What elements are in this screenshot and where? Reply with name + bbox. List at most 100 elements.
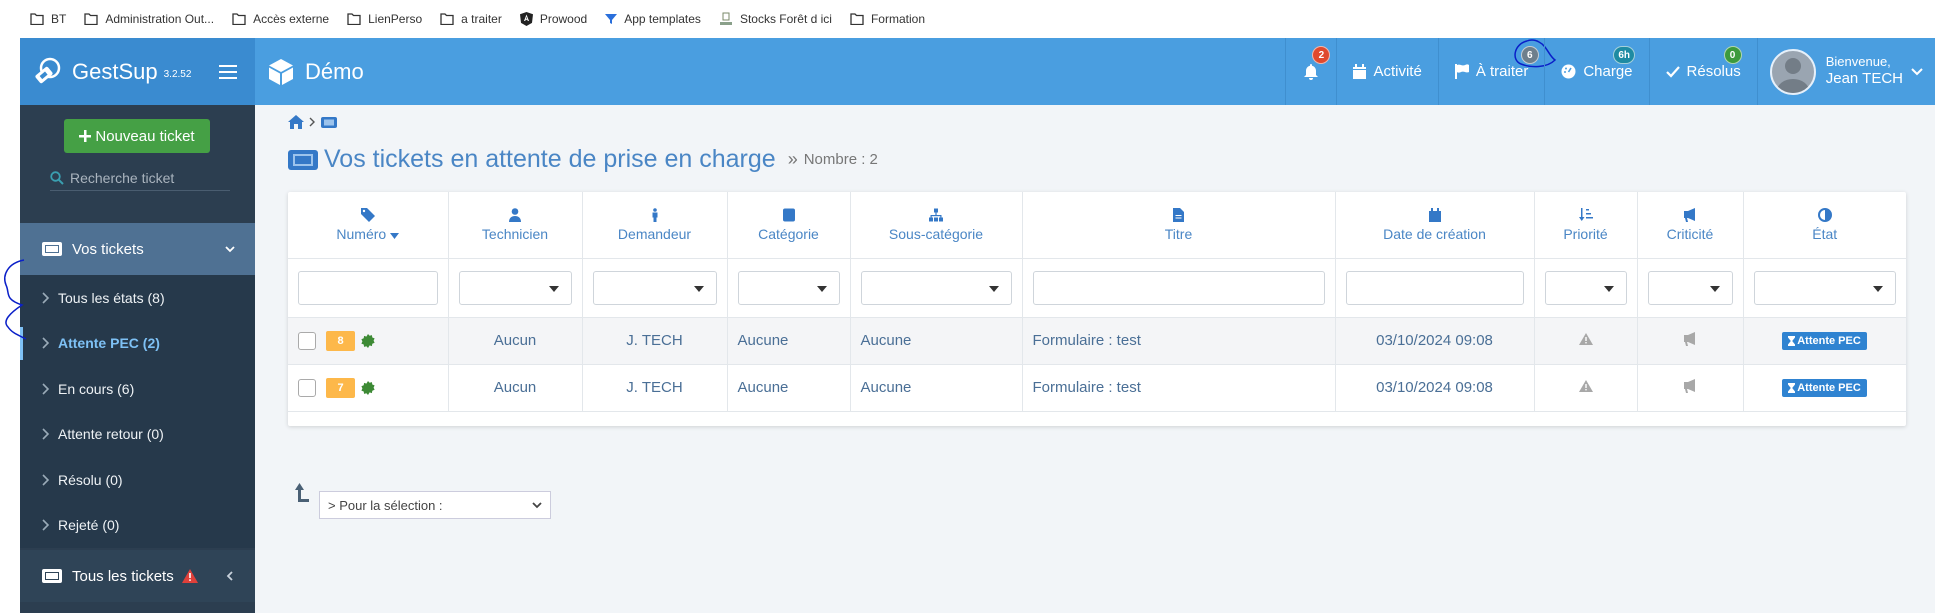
sidebar-item-en-cours[interactable]: En cours (6) (20, 366, 255, 412)
hamburger-menu-icon[interactable] (219, 64, 238, 79)
filter-categorie-select[interactable] (737, 270, 840, 305)
filter-sous-categorie-select[interactable] (860, 270, 1012, 305)
sidebar-item-attente-pec[interactable]: Attente PEC (2) (20, 321, 255, 367)
sidebar-item-tous-les-etats[interactable]: Tous les états (8) (20, 275, 255, 321)
filter-criticite-select[interactable] (1647, 270, 1733, 305)
filter-etat-select[interactable] (1753, 270, 1896, 305)
top-navbar: GestSup 3.2.52 Démo 2 Activité À traiter… (20, 38, 1935, 105)
bookmark-label: LienPerso (368, 11, 423, 26)
sidebar-item-rejete[interactable]: Rejeté (0) (20, 503, 255, 549)
bullhorn-icon (1684, 331, 1695, 346)
sidebar-section-tous-les-tickets[interactable]: Tous les tickets (20, 550, 255, 602)
nav-charge[interactable]: Charge 6h (1544, 38, 1648, 105)
bookmark-label: Accès externe (253, 11, 330, 26)
cell-requester: J. TECH (582, 317, 728, 365)
nav-a-traiter[interactable]: À traiter 6 (1437, 38, 1556, 105)
sort-desc-icon (390, 232, 400, 239)
selection-action-label: > Pour la sélection : (328, 497, 443, 513)
filter-technicien-select[interactable] (458, 270, 572, 305)
col-numero[interactable]: Numéro (288, 192, 449, 259)
selection-action-select[interactable]: > Pour la sélection : (319, 491, 551, 519)
ticket-search-input[interactable] (70, 169, 220, 186)
folder-icon (440, 12, 454, 25)
sidebar-item-attente-retour[interactable]: Attente retour (0) (20, 412, 255, 458)
cell-created: 03/10/2024 09:08 (1335, 317, 1535, 365)
user-menu[interactable]: Bienvenue, Jean TECH (1756, 38, 1935, 105)
bookmark-stocks[interactable]: Stocks Forêt d ici (719, 12, 832, 26)
filter-row (288, 258, 1907, 318)
bookmark-administration[interactable]: Administration Out... (84, 12, 214, 26)
column-label: Demandeur (617, 225, 692, 242)
ticket-search (50, 165, 230, 191)
sort-priority-icon (1578, 207, 1593, 221)
col-titre[interactable]: Titre (1022, 192, 1336, 259)
column-label: Titre (1164, 225, 1193, 242)
home-icon[interactable] (288, 115, 304, 129)
col-date-creation[interactable]: Date de création (1335, 192, 1535, 259)
brand-name[interactable]: GestSup (72, 59, 158, 85)
filter-priorite-select[interactable] (1544, 270, 1627, 305)
filter-demandeur-select[interactable] (592, 270, 717, 305)
bookmark-acces-externe[interactable]: Accès externe (232, 12, 329, 26)
bookmark-label: BT (51, 11, 67, 26)
table-header-row: Numéro Technicien Demandeur Catégorie So… (288, 192, 1906, 259)
col-categorie[interactable]: Catégorie (727, 192, 851, 259)
brand: GestSup 3.2.52 (20, 38, 255, 105)
navbar-right: 2 Activité À traiter 6 Charge 6h Résolus… (1285, 38, 1935, 105)
table-row[interactable]: 8 Aucun J. TECH Aucune Aucune Formulaire… (288, 317, 1907, 365)
bookmark-a-traiter[interactable]: a traiter (440, 12, 502, 26)
bookmark-app-templates[interactable]: App templates (605, 12, 701, 26)
folder-icon (850, 12, 864, 25)
col-technicien[interactable]: Technicien (448, 192, 583, 259)
status-text: Attente PEC (1797, 334, 1861, 347)
column-label: Technicien (481, 225, 549, 242)
sidebar-item-label: Rejeté (0) (58, 517, 120, 534)
filter-date-input[interactable] (1345, 270, 1524, 305)
ticket-icon[interactable] (321, 116, 337, 128)
table-footer-space (288, 412, 1906, 426)
row-checkbox[interactable] (298, 331, 316, 350)
funnel-icon (605, 13, 618, 24)
col-priorite[interactable]: Priorité (1534, 192, 1638, 259)
chevron-down-icon[interactable] (1911, 67, 1923, 76)
sidebar-item-label: Attente retour (0) (58, 426, 164, 443)
chevron-right-icon (309, 117, 315, 127)
tickets-table-card: Numéro Technicien Demandeur Catégorie So… (288, 192, 1907, 426)
col-criticite[interactable]: Criticité (1637, 192, 1744, 259)
nav-label: Charge (1583, 63, 1633, 80)
bookmark-label: Stocks Forêt d ici (739, 11, 832, 26)
nav-activite[interactable]: Activité (1336, 38, 1437, 105)
col-sous-categorie[interactable]: Sous-catégorie (850, 192, 1023, 259)
avatar (1769, 48, 1816, 95)
table-row[interactable]: 7 Aucun J. TECH Aucune Aucune Formulaire… (288, 364, 1907, 412)
cell-title[interactable]: Formulaire : test (1022, 317, 1336, 365)
sidebar-section-vos-tickets[interactable]: Vos tickets (20, 223, 255, 275)
col-demandeur[interactable]: Demandeur (582, 192, 728, 259)
col-etat[interactable]: État (1743, 192, 1906, 259)
user-greeting: Bienvenue, (1825, 54, 1891, 69)
a-traiter-badge: 6 (1520, 46, 1539, 64)
column-label: Criticité (1666, 225, 1714, 242)
bookmark-lienperso[interactable]: LienPerso (347, 12, 422, 26)
sidebar-item-resolu[interactable]: Résolu (0) (20, 457, 255, 503)
bookmark-formation[interactable]: Formation (850, 12, 925, 26)
row-checkbox[interactable] (298, 378, 316, 397)
ticket-number[interactable]: 7 (326, 377, 355, 398)
filter-titre-input[interactable] (1032, 270, 1325, 305)
filter-numero-input[interactable] (298, 270, 438, 305)
column-label: État (1812, 225, 1838, 242)
bookmark-label: App templates (624, 11, 701, 26)
bookmark-prowood[interactable]: Prowood (519, 11, 587, 26)
sidebar-status-list: Tous les états (8) Attente PEC (2) En co… (20, 275, 255, 548)
cell-subcategory: Aucune (850, 317, 1023, 365)
bookmarks-bar: BT Administration Out... Accès externe L… (0, 0, 1935, 37)
cell-title[interactable]: Formulaire : test (1022, 364, 1336, 412)
ticket-number[interactable]: 8 (326, 330, 355, 351)
bookmark-bt[interactable]: BT (30, 12, 66, 26)
nav-resolus[interactable]: Résolus 0 (1648, 38, 1757, 105)
new-ticket-seal-icon (361, 333, 375, 348)
section-label: Vos tickets (72, 240, 144, 258)
notifications-button[interactable]: 2 (1285, 38, 1336, 105)
new-ticket-button[interactable]: Nouveau ticket (64, 119, 210, 153)
user-silhouette-icon (1776, 57, 1809, 93)
